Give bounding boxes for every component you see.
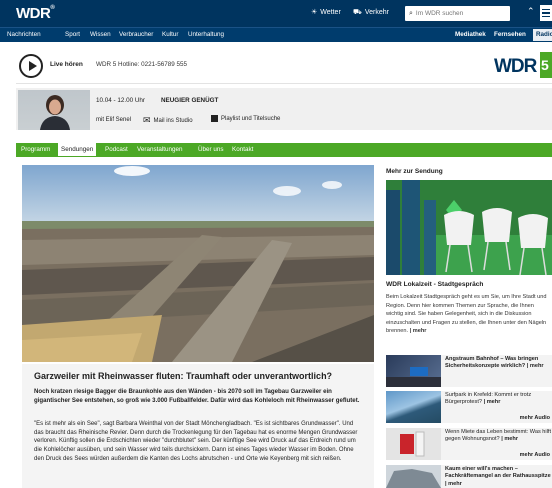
nav-item-nachrichten[interactable]: Nachrichten [7,31,41,38]
menu-icon[interactable] [540,5,552,21]
item-title: Kaum einer will's machen – Fachkräfteman… [445,466,551,487]
playlist-icon [211,115,218,122]
sun-icon: ☀ [311,9,318,16]
article-lead: Noch kratzen riesige Bagger die Braunkoh… [34,388,360,404]
host-photo [18,90,90,130]
item-thumbnail [386,465,441,488]
tab-ueber-uns[interactable]: Über uns [198,146,224,153]
mail-studio-link[interactable]: ✉ Mail ins Studio [143,115,193,126]
nav-item-mediathek[interactable]: Mediathek [455,31,486,38]
playlist-link[interactable]: Playlist und Titelsuche [211,115,280,122]
section-tabs: Programm Sendungen Podcast Veranstaltung… [16,143,552,156]
wdr5-logo[interactable]: WDR 5 [494,52,552,78]
search-input[interactable] [415,10,501,17]
nav-item-verbraucher[interactable]: Verbraucher [119,31,153,38]
traffic-link[interactable]: ⛟ Verkehr [353,8,389,17]
item-thumbnail [386,355,441,387]
nav-item-kultur[interactable]: Kultur [162,31,178,38]
play-icon[interactable] [19,54,43,78]
nav-item-wissen[interactable]: Wissen [90,31,111,38]
nav-item-radio[interactable]: Radio [533,29,552,41]
current-show: 10.04 - 12.00 Uhr NEUGIER GENÜGT mit Eli… [16,88,552,130]
tab-kontakt[interactable]: Kontakt [232,146,253,153]
top-bar: WDR® ☀ Wetter ⛟ Verkehr ⌕ ⌃ [0,0,552,27]
main-nav: Nachrichten Sport Wissen Verbraucher Kul… [0,27,552,42]
item-more-link[interactable]: | mehr [527,363,544,369]
list-item[interactable]: Wenn Miete das Leben bestimmt: Was hilft… [386,428,552,460]
tab-veranstaltungen[interactable]: Veranstaltungen [137,146,183,153]
tab-divider [16,156,552,157]
nav-item-sport[interactable]: Sport [65,31,80,38]
live-label[interactable]: Live hören [50,61,83,68]
sidebar-feature-image[interactable] [386,180,552,275]
chevron-up-icon[interactable]: ⌃ [527,6,535,17]
nav-item-unterhaltung[interactable]: Unterhaltung [188,31,224,38]
article-body: "Es ist mehr als ein See", sagt Barbara … [34,421,358,462]
item-title: Angstraum Bahnhof – Was bringen Sicherhe… [445,356,544,370]
playlist-label: Playlist und Titelsuche [221,115,281,122]
list-item[interactable]: Surfpark in Krefeld: Kommt er trotz Bürg… [386,391,552,423]
item-audio-link[interactable]: mehr Audio [520,415,550,421]
search-box[interactable]: ⌕ [405,6,510,21]
item-thumbnail [386,391,441,423]
weather-link[interactable]: ☀ Wetter [311,8,341,17]
show-time: 10.04 - 12.00 Uhr [96,97,146,104]
list-item[interactable]: Angstraum Bahnhof – Was bringen Sicherhe… [386,355,552,387]
traffic-icon: ⛟ [353,9,362,16]
item-thumbnail [386,428,441,460]
sidebar-heading: Mehr zur Sendung [386,168,443,175]
weather-label: Wetter [320,8,341,16]
sidebar-feature-title[interactable]: WDR Lokalzeit - Stadtgespräch [386,281,483,288]
show-name[interactable]: NEUGIER GENÜGT [161,97,218,104]
nav-item-fernsehen[interactable]: Fernsehen [494,31,526,38]
sidebar-feature-text: Beim Lokalzeit Stadtgespräch geht es um … [386,294,547,335]
tab-podcast[interactable]: Podcast [105,146,128,153]
item-more-link[interactable]: | mehr [445,481,462,487]
search-icon: ⌕ [409,9,413,17]
show-host: mit Elif Senel [96,117,132,123]
article-teaser: Garzweiler mit Rheinwasser fluten: Traum… [22,364,374,488]
article-title[interactable]: Garzweiler mit Rheinwasser fluten: Traum… [34,371,364,381]
wdr-logo[interactable]: WDR® [16,5,55,22]
feature-more-link[interactable]: | mehr [410,328,427,334]
item-audio-link[interactable]: mehr Audio [520,452,550,458]
list-item[interactable]: Kaum einer will's machen – Fachkräfteman… [386,465,552,488]
item-title: Wenn Miete das Leben bestimmt: Was hilft… [445,429,552,443]
item-more-link[interactable]: | mehr [501,436,518,442]
hotline-text: WDR 5 Hotline: 0221-56789 555 [96,61,188,68]
tab-sendungen[interactable]: Sendungen [58,143,97,156]
tab-programm[interactable]: Programm [21,146,50,153]
item-more-link[interactable]: | mehr [484,399,501,405]
live-player: Live hören WDR 5 Hotline: 0221-56789 555… [16,47,552,84]
item-title: Surfpark in Krefeld: Kommt er trotz Bürg… [445,392,532,406]
traffic-label: Verkehr [364,9,389,16]
mail-icon: ✉ [143,115,151,125]
mail-label: Mail ins Studio [153,117,193,124]
article-image[interactable] [22,165,374,362]
